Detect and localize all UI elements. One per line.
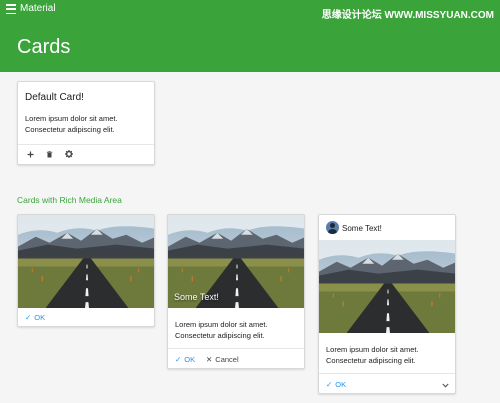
check-icon: ✓ bbox=[326, 380, 333, 389]
card-text-line2: Consectetur adipiscing elit. bbox=[175, 331, 265, 340]
app-bar: Material 思缘设计论坛 WWW.MISSYUAN.COM Cards bbox=[0, 0, 500, 72]
avatar bbox=[326, 221, 339, 234]
add-icon[interactable] bbox=[25, 149, 35, 159]
section-title: Cards with Rich Media Area bbox=[17, 195, 122, 205]
card-text-line2: Consectetur adipiscing elit. bbox=[25, 125, 115, 134]
page-title: Cards bbox=[17, 36, 71, 58]
trash-icon[interactable] bbox=[44, 149, 54, 159]
check-icon: ✓ bbox=[25, 313, 32, 322]
card-text-line1: Lorem ipsum dolor sit amet. bbox=[326, 345, 419, 354]
card-header-text: Some Text! bbox=[342, 224, 382, 233]
ok-button[interactable]: ✓ OK bbox=[25, 313, 45, 322]
check-icon: ✓ bbox=[175, 355, 182, 364]
card-text-line2: Consectetur adipiscing elit. bbox=[326, 356, 416, 365]
close-icon: ✕ bbox=[206, 355, 213, 364]
card-divider bbox=[319, 373, 455, 374]
ok-button[interactable]: ✓ OK bbox=[175, 355, 195, 364]
menu-icon[interactable] bbox=[6, 4, 16, 14]
card-text-line1: Lorem ipsum dolor sit amet. bbox=[175, 320, 268, 329]
default-card: Default Card! Lorem ipsum dolor sit amet… bbox=[17, 81, 155, 165]
ok-label: OK bbox=[184, 355, 196, 364]
card-title: Default Card! bbox=[25, 92, 84, 103]
watermark: 思缘设计论坛 WWW.MISSYUAN.COM bbox=[321, 10, 494, 21]
cancel-label: Cancel bbox=[215, 355, 239, 364]
card-divider bbox=[168, 348, 304, 349]
chevron-down-icon[interactable] bbox=[440, 380, 450, 390]
card-text-line1: Lorem ipsum dolor sit amet. bbox=[25, 114, 118, 123]
media-card-1: ✓ OK bbox=[17, 214, 155, 327]
landscape-image bbox=[18, 215, 155, 308]
cancel-button[interactable]: ✕ Cancel bbox=[206, 355, 239, 364]
media-card-2: Some Text! Lorem ipsum dolor sit amet. C… bbox=[167, 214, 305, 369]
media-card-3: Some Text! Lorem ipsum dolor sit amet. C… bbox=[318, 214, 456, 394]
ok-label: OK bbox=[335, 380, 347, 389]
card-divider bbox=[18, 144, 154, 145]
app-title: Material bbox=[20, 3, 56, 14]
landscape-image: Some Text! bbox=[168, 215, 305, 308]
ok-button[interactable]: ✓ OK bbox=[326, 380, 346, 389]
landscape-image bbox=[319, 240, 456, 333]
media-overlay-text: Some Text! bbox=[174, 292, 219, 302]
gear-icon[interactable] bbox=[64, 149, 74, 159]
ok-label: OK bbox=[34, 313, 46, 322]
